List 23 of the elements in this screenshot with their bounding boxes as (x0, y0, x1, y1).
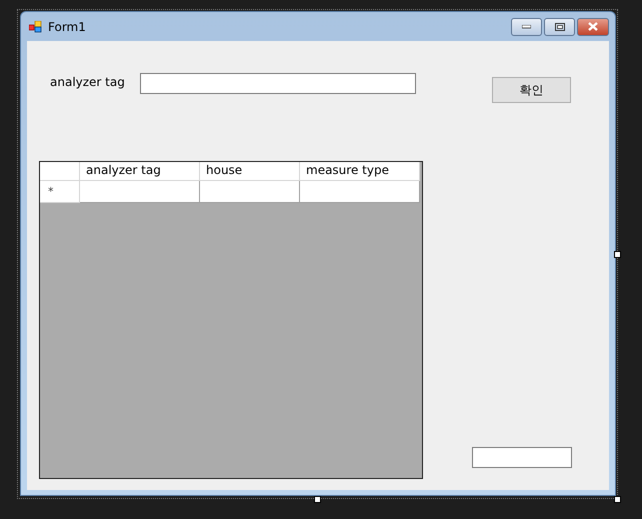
input-field[interactable] (472, 447, 572, 468)
resize-handle[interactable] (614, 496, 621, 503)
column-header[interactable]: measure type (300, 162, 420, 181)
input-field[interactable] (140, 73, 416, 94)
column-header[interactable]: analyzer tag (80, 162, 200, 181)
window-title: Form1 (48, 20, 86, 34)
column-header[interactable]: house (200, 162, 300, 181)
corner-header (40, 162, 80, 181)
resize-handle[interactable] (614, 251, 621, 258)
minimize-button[interactable] (511, 18, 542, 36)
maximize-button[interactable] (544, 18, 575, 36)
close-icon (588, 22, 598, 31)
table-cell[interactable] (200, 181, 300, 203)
close-button[interactable] (577, 18, 609, 36)
field-label: analyzer tag (50, 75, 125, 89)
minimize-icon (522, 24, 531, 28)
table-cell[interactable] (80, 181, 200, 203)
maximize-icon (554, 22, 564, 30)
app-icon (29, 20, 42, 32)
table-cell[interactable] (300, 181, 420, 203)
row-header[interactable]: * (40, 181, 80, 203)
resize-handle[interactable] (314, 496, 321, 503)
confirm-button[interactable]: 확인 (492, 77, 571, 103)
